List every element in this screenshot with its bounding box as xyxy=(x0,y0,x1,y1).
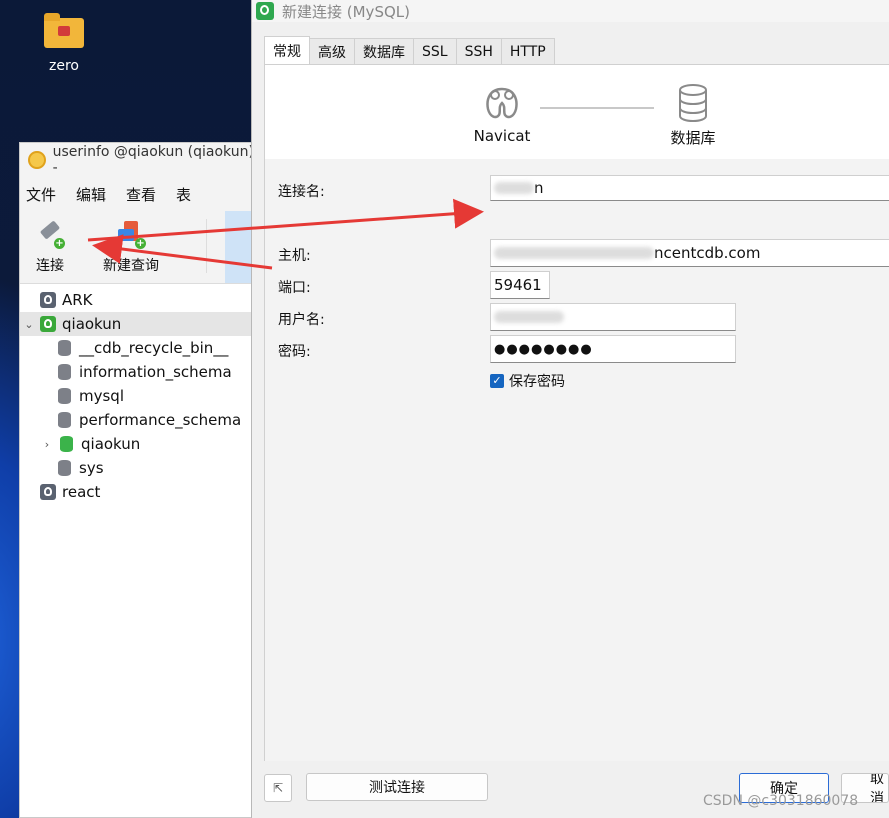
tree-database-item[interactable]: information_schema xyxy=(20,360,258,384)
port-input[interactable]: 59461 xyxy=(490,271,550,299)
menu-edit[interactable]: 编辑 xyxy=(76,184,106,205)
new-query-icon: + xyxy=(116,219,146,249)
tree-database-item[interactable]: mysql xyxy=(20,384,258,408)
connection-form: 连接名: n 主机: ncentcdb.com 端口: 59461 用户名: 密… xyxy=(265,159,889,761)
tree-database-item[interactable]: sys xyxy=(20,456,258,480)
tree-item-label: performance_schema xyxy=(79,411,242,429)
connect-button[interactable]: + 连接 xyxy=(20,211,80,283)
redacted-text xyxy=(494,247,654,259)
tree-item-label: sys xyxy=(79,459,104,477)
username-input[interactable] xyxy=(490,303,736,331)
plug-icon: + xyxy=(35,219,65,249)
chevron-right-icon[interactable]: › xyxy=(40,438,54,451)
tree-connection-qiaokun[interactable]: ⌄ qiaokun xyxy=(20,312,258,336)
menu-file[interactable]: 文件 xyxy=(26,184,56,205)
save-password-checkbox[interactable]: ✓ 保存密码 xyxy=(490,371,565,391)
tree-database-item[interactable]: › qiaokun xyxy=(20,432,258,456)
database-icon xyxy=(60,436,73,452)
connection-name-input[interactable]: n xyxy=(490,175,889,201)
navicat-diagram-item: Navicat xyxy=(457,83,547,145)
port-label: 端口: xyxy=(278,280,311,296)
mysql-connection-icon xyxy=(40,316,56,332)
tree-item-label: ARK xyxy=(62,291,93,309)
database-icon xyxy=(679,84,707,123)
navicat-icon xyxy=(486,87,518,119)
redacted-text xyxy=(494,182,534,194)
menu-table[interactable]: 表 xyxy=(176,184,191,205)
desktop-folder-zero[interactable]: zero xyxy=(38,13,90,74)
chevron-down-icon[interactable]: ⌄ xyxy=(22,318,36,331)
database-icon xyxy=(58,340,71,356)
navicat-main-window: userinfo @qiaokun (qiaokun) - 文件 编辑 查看 表… xyxy=(19,142,261,818)
database-icon xyxy=(58,460,71,476)
host-label: 主机: xyxy=(278,248,311,264)
connection-name-label: 连接名: xyxy=(278,184,325,200)
database-icon xyxy=(58,364,71,380)
database-label: 数据库 xyxy=(670,129,716,147)
username-label: 用户名: xyxy=(278,312,325,328)
tree-item-label: react xyxy=(62,483,101,501)
new-query-button[interactable]: + 新建查询 xyxy=(86,211,176,283)
database-icon xyxy=(58,388,71,404)
test-connection-button[interactable]: 测试连接 xyxy=(306,773,488,801)
main-window-title: userinfo @qiaokun (qiaokun) - xyxy=(52,144,254,176)
menu-view[interactable]: 查看 xyxy=(126,184,156,205)
connection-line xyxy=(540,107,654,109)
dialog-title: 新建连接 (MySQL) xyxy=(282,2,410,21)
menu-bar: 文件 编辑 查看 表 xyxy=(20,177,258,211)
dialog-tabs: 常规 高级 数据库 SSL SSH HTTP xyxy=(264,36,555,64)
host-input[interactable]: ncentcdb.com xyxy=(490,239,889,267)
main-toolbar: + 连接 + 新建查询 xyxy=(20,211,261,284)
mysql-connection-icon xyxy=(40,484,56,500)
tab-ssh[interactable]: SSH xyxy=(455,38,502,64)
navicat-label: Navicat xyxy=(473,127,531,145)
checkmark-icon: ✓ xyxy=(490,374,504,388)
host-value: ncentcdb.com xyxy=(654,244,761,262)
tab-general[interactable]: 常规 xyxy=(264,36,310,64)
connect-label: 连接 xyxy=(36,258,64,274)
connection-name-value: n xyxy=(534,179,544,197)
folder-icon xyxy=(44,13,84,48)
tree-item-label: __cdb_recycle_bin__ xyxy=(79,339,229,357)
tree-item-label: mysql xyxy=(79,387,124,405)
tree-database-item[interactable]: performance_schema xyxy=(20,408,258,432)
general-panel: Navicat 数据库 连接名: n 主机: ncentcdb.com 端口: … xyxy=(264,64,889,761)
redacted-text xyxy=(494,311,564,323)
connection-tree: ARK ⌄ qiaokun __cdb_recycle_bin__ inform… xyxy=(20,284,258,504)
tab-ssl[interactable]: SSL xyxy=(413,38,457,64)
new-connection-dialog: 新建连接 (MySQL) 常规 高级 数据库 SSL SSH HTTP Navi… xyxy=(251,0,889,818)
tree-database-item[interactable]: __cdb_recycle_bin__ xyxy=(20,336,258,360)
password-label: 密码: xyxy=(278,344,311,360)
tree-connection-ark[interactable]: ARK xyxy=(20,288,258,312)
tab-advanced[interactable]: 高级 xyxy=(309,38,355,64)
tree-connection-react[interactable]: react xyxy=(20,480,258,504)
tree-item-label: information_schema xyxy=(79,363,232,381)
mysql-connection-icon xyxy=(40,292,56,308)
navicat-mysql-icon xyxy=(256,2,274,20)
connection-diagram: Navicat 数据库 xyxy=(265,65,889,159)
tab-http[interactable]: HTTP xyxy=(500,38,555,64)
database-icon xyxy=(58,412,71,428)
save-password-label: 保存密码 xyxy=(509,374,565,390)
dialog-titlebar[interactable]: 新建连接 (MySQL) xyxy=(252,0,889,22)
new-query-label: 新建查询 xyxy=(103,258,159,274)
password-input[interactable]: ●●●●●●●● xyxy=(490,335,736,363)
csdn-watermark: CSDN @c3031860078 xyxy=(703,793,859,809)
toolbar-divider xyxy=(206,219,207,273)
share-icon[interactable]: ⇱ xyxy=(264,774,292,802)
tab-databases[interactable]: 数据库 xyxy=(354,38,414,64)
tree-item-label: qiaokun xyxy=(81,435,141,453)
navicat-logo-icon xyxy=(28,151,46,169)
tree-item-label: qiaokun xyxy=(62,315,122,333)
database-diagram-item: 数据库 xyxy=(648,83,738,148)
desktop-icon-label: zero xyxy=(49,58,79,74)
main-window-titlebar[interactable]: userinfo @qiaokun (qiaokun) - xyxy=(20,143,258,177)
